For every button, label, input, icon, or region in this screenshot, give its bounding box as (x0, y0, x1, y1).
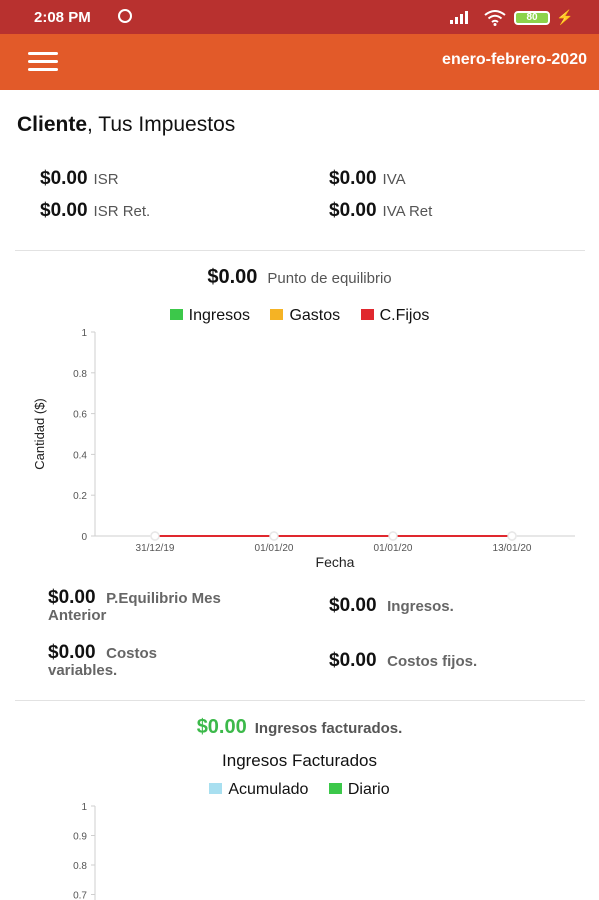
y-tick-label: 0.2 (73, 491, 87, 502)
legend-swatch (169, 308, 183, 320)
prev-breakeven-value: $0.00 (48, 587, 96, 608)
y-tick-label: 0.6 (73, 410, 87, 421)
client-name: Cliente (17, 113, 88, 136)
y-tick-label: 1 (81, 328, 87, 339)
variable-costs-label-line1: Costos (106, 645, 157, 662)
ingresos-stat: $0.00 Ingresos. (329, 596, 454, 616)
status-time: 2:08 PM (34, 9, 91, 26)
y-tick-label: 0 (81, 532, 87, 543)
data-point (388, 531, 398, 541)
breakeven-value: $0.00 (207, 266, 258, 288)
x-tick-label: 01/01/20 (374, 543, 413, 554)
page-title: Cliente, Tus Impuestos (17, 113, 235, 137)
prev-breakeven-label-line1: P.Equilibrio Mes (106, 590, 221, 607)
x-tick-label: 31/12/19 (136, 543, 175, 554)
data-point (269, 531, 279, 541)
section-divider (15, 700, 585, 701)
x-axis-title: Fecha (316, 554, 355, 570)
tax-isr: $0.00 ISR (40, 168, 119, 190)
y-tick-label: 0.4 (73, 450, 87, 461)
x-tick-label: 13/01/20 (493, 543, 532, 554)
title-suffix: , Tus Impuestos (87, 113, 236, 136)
x-tick-label: 01/01/20 (255, 543, 294, 554)
breakeven-chart: 0 0.2 0.4 0.6 0.8 1 31/12/19 01/01/20 01/01/20 13… (32, 328, 575, 570)
period-selector[interactable]: enero-febrero-2020 (442, 51, 587, 69)
variable-costs-label-line2: variables. (48, 662, 118, 679)
legend-swatch (270, 308, 284, 320)
legend-swatch (209, 782, 223, 794)
section-divider (15, 250, 585, 251)
status-bar: 2:08 PM 80 ⚡ (0, 0, 599, 34)
fixed-costs-label: Costos fijos. (387, 653, 478, 670)
invoiced-chart-title: Ingresos Facturados (222, 751, 377, 770)
variable-costs-value: $0.00 (48, 642, 96, 663)
y-tick-label: 0.7 (73, 891, 87, 900)
data-point (150, 531, 160, 541)
battery-level: 80 (526, 12, 538, 23)
tax-iva-ret-label: IVA Ret (382, 203, 433, 220)
invoiced-summary: $0.00 Ingresos facturados. (0, 716, 599, 739)
invoiced-chart: 1 0.9 0.8 0.7 (73, 802, 96, 900)
fixed-costs-value: $0.00 (329, 650, 377, 671)
charging-icon: ⚡ (556, 9, 574, 25)
wifi-icon (484, 10, 506, 26)
y-tick-label: 0.9 (73, 832, 87, 843)
tax-isr-ret-value: $0.00 (40, 200, 88, 221)
prev-breakeven-label-line2: Anterior (48, 607, 107, 624)
fixed-costs-stat: $0.00 Costos fijos. (329, 651, 477, 671)
hamburger-menu-icon[interactable] (28, 52, 58, 72)
y-tick-label: 0.8 (73, 861, 87, 872)
tax-iva: $0.00 IVA (329, 168, 406, 190)
tax-isr-value: $0.00 (40, 168, 88, 189)
ingresos-value: $0.00 (329, 595, 377, 616)
y-axis-title: Cantidad ($) (32, 398, 47, 470)
tax-iva-ret: $0.00 IVA Ret (329, 200, 432, 222)
alarm-icon (118, 9, 132, 23)
tax-isr-label: ISR (93, 171, 119, 188)
tax-iva-ret-value: $0.00 (329, 200, 377, 221)
legend-swatch (360, 308, 374, 320)
signal-icon (450, 11, 468, 24)
invoiced-value: $0.00 (196, 716, 247, 738)
tax-iva-value: $0.00 (329, 168, 377, 189)
tax-iva-label: IVA (382, 171, 406, 188)
app-bar: enero-febrero-2020 (0, 34, 599, 90)
y-tick-label: 1 (81, 802, 87, 813)
tax-isr-ret: $0.00 ISR Ret. (40, 200, 150, 222)
y-tick-label: 0.8 (73, 369, 87, 380)
prev-breakeven-stat: $0.00 P.Equilibrio Mes (48, 588, 221, 608)
legend-swatch (328, 782, 342, 794)
data-point (507, 531, 517, 541)
invoiced-label: Ingresos facturados. (254, 720, 403, 737)
tax-isr-ret-label: ISR Ret. (93, 203, 151, 220)
variable-costs-stat: $0.00 Costos (48, 643, 157, 663)
breakeven-label: Punto de equilibrio (267, 270, 392, 287)
ingresos-label: Ingresos. (387, 598, 454, 615)
battery-icon: 80 (514, 11, 550, 25)
breakeven-summary: $0.00 Punto de equilibrio (0, 266, 599, 289)
